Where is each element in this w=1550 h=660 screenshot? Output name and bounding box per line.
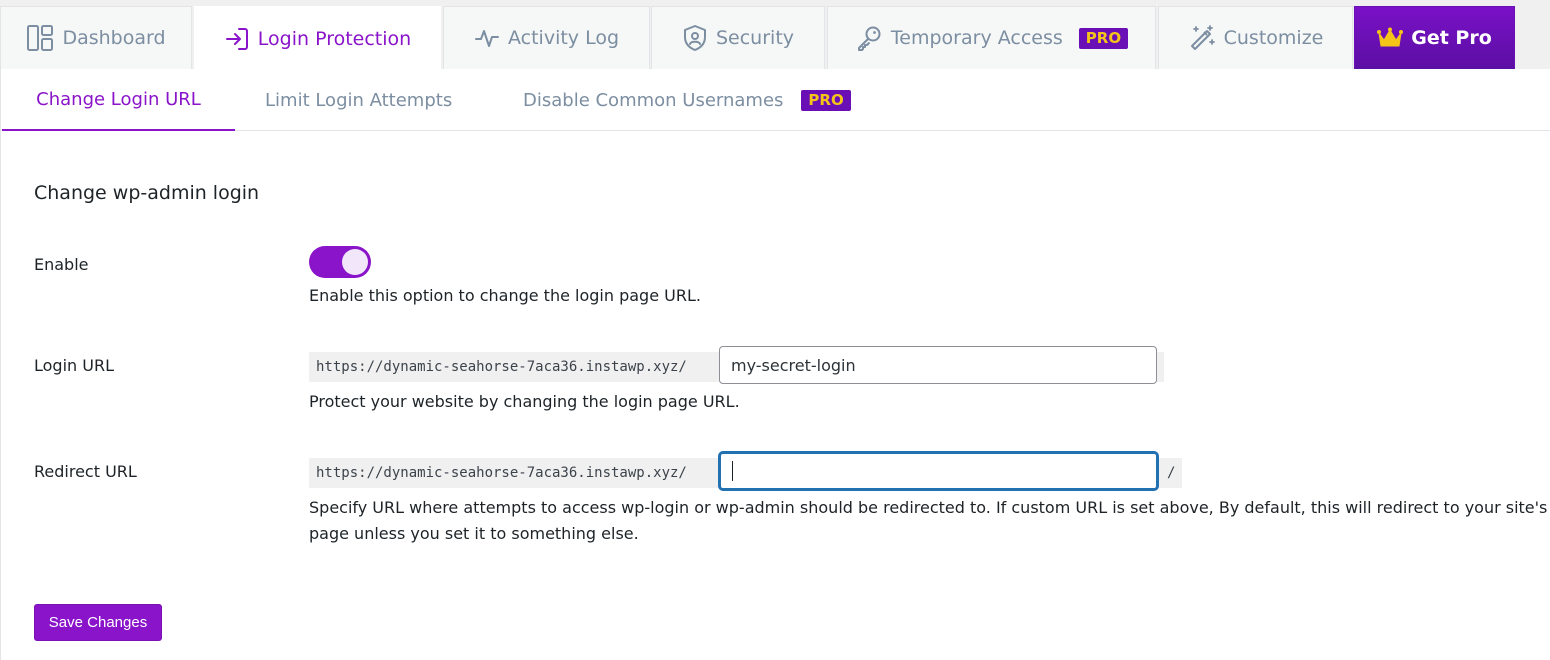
tab-temporary-access[interactable]: Temporary Access PRO [827, 6, 1156, 69]
tab-temporary-access-label: Temporary Access [890, 27, 1063, 49]
tab-dashboard-label: Dashboard [62, 27, 166, 49]
enable-description: Enable this option to change the login p… [309, 286, 701, 305]
pro-badge: PRO [801, 89, 851, 111]
enable-label: Enable [34, 255, 89, 274]
pro-badge: PRO [1078, 27, 1129, 49]
get-pro-button[interactable]: Get Pro [1354, 6, 1515, 69]
tab-customize-label: Customize [1223, 27, 1324, 49]
tab-security-label: Security [715, 27, 795, 49]
login-url-label: Login URL [34, 356, 114, 375]
tab-login-protection-label: Login Protection [257, 27, 412, 50]
sub-tab-bar: Change Login URL Limit Login Attempts Di… [1, 69, 1550, 131]
tab-login-protection[interactable]: Login Protection [194, 6, 441, 70]
toggle-knob [342, 249, 368, 275]
tab-activity-log-label: Activity Log [507, 27, 620, 49]
tab-customize[interactable]: Customize [1158, 6, 1353, 69]
tab-activity-log[interactable]: Activity Log [443, 6, 650, 69]
get-pro-label: Get Pro [1411, 27, 1492, 49]
subtab-disable-common-usernames[interactable]: Disable Common Usernames PRO [523, 69, 851, 131]
subtab-disable-common-usernames-label: Disable Common Usernames [523, 89, 784, 111]
login-url-value: my-secret-login [731, 355, 856, 375]
redirect-url-prefix: https://dynamic-seahorse-7aca36.instawp.… [316, 465, 687, 481]
tab-dashboard[interactable]: Dashboard [0, 6, 192, 69]
dashboard-grid-icon [27, 25, 54, 51]
redirect-url-description: Specify URL where attempts to access wp-… [309, 498, 1550, 517]
redirect-url-suffix: / [1167, 465, 1176, 481]
save-changes-button[interactable]: Save Changes [34, 604, 162, 641]
enable-toggle[interactable] [309, 246, 371, 278]
settings-panel: Change Login URL Limit Login Attempts Di… [0, 69, 1550, 660]
key-icon [857, 26, 881, 51]
login-url-description: Protect your website by changing the log… [309, 392, 740, 411]
shield-user-icon [683, 25, 706, 51]
magic-wand-icon [1190, 25, 1215, 50]
redirect-url-description-line2: page unless you set it to something else… [309, 524, 639, 543]
subtab-change-login-url-label: Change Login URL [36, 88, 201, 110]
subtab-change-login-url[interactable]: Change Login URL [2, 69, 235, 131]
redirect-url-label: Redirect URL [34, 462, 137, 481]
pulse-icon [474, 30, 499, 47]
top-tab-bar: Dashboard Login Protection Activity Log … [0, 0, 1550, 70]
login-url-prefix: https://dynamic-seahorse-7aca36.instawp.… [316, 359, 687, 375]
subtab-limit-login-attempts[interactable]: Limit Login Attempts [265, 69, 452, 131]
tab-security[interactable]: Security [651, 6, 825, 69]
login-url-input[interactable]: my-secret-login [719, 346, 1157, 384]
subtab-limit-login-attempts-label: Limit Login Attempts [265, 89, 453, 111]
login-arrow-icon [225, 27, 248, 50]
section-title: Change wp-admin login [34, 182, 260, 204]
text-caret [732, 461, 733, 481]
crown-icon [1377, 27, 1404, 47]
redirect-url-input[interactable] [719, 452, 1158, 490]
